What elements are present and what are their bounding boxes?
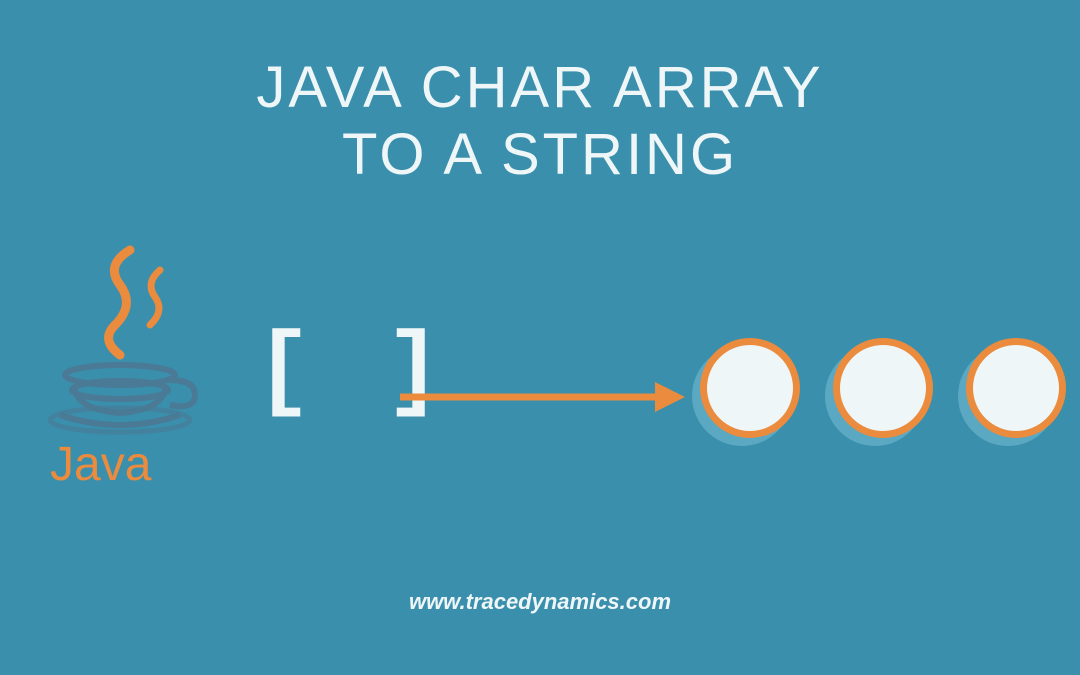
java-logo-text: Java: [50, 438, 152, 491]
circle-item: [700, 338, 800, 438]
java-logo-icon: Java: [35, 235, 215, 495]
arrow-right-icon: [395, 377, 685, 422]
footer-url: www.tracedynamics.com: [0, 589, 1080, 615]
circle-item: [833, 338, 933, 438]
title-line-2: TO A STRING: [0, 122, 1080, 189]
circle-item: [966, 338, 1066, 438]
string-circles: [700, 338, 1066, 438]
title-line-1: JAVA CHAR ARRAY: [0, 55, 1080, 122]
page-title: JAVA CHAR ARRAY TO A STRING: [0, 0, 1080, 188]
